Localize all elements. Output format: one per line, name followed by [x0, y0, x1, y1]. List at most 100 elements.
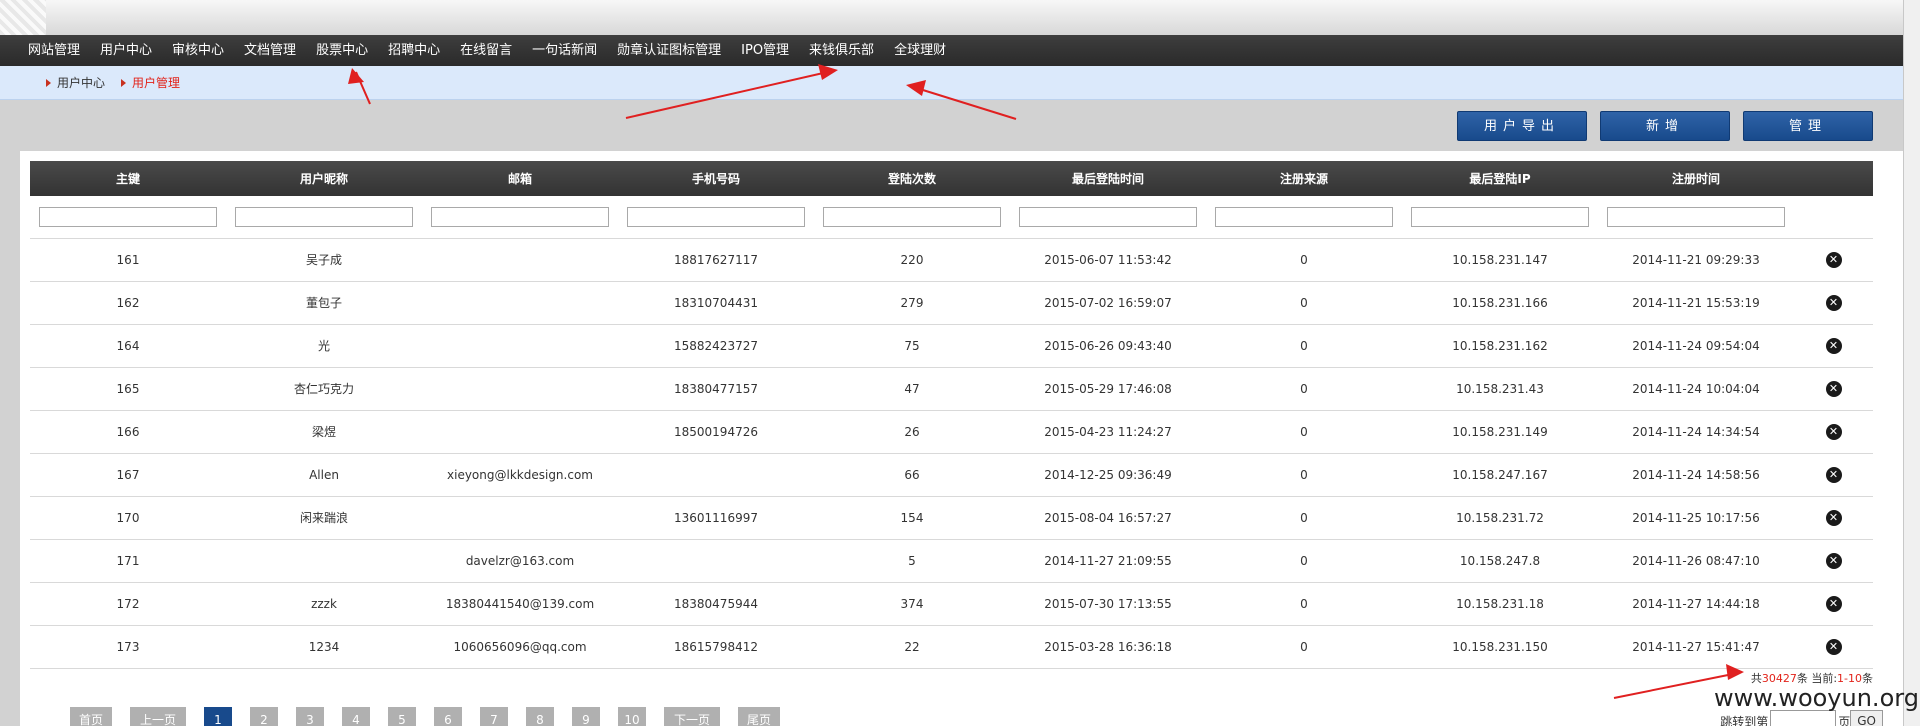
table-cell: 2015-06-07 11:53:42 — [1010, 238, 1206, 282]
next-page-button[interactable]: 下一页 — [664, 707, 720, 726]
delete-icon[interactable]: ✕ — [1825, 595, 1842, 612]
nav-item-users[interactable]: 用户中心 — [90, 35, 162, 66]
nav-item-docs[interactable]: 文档管理 — [234, 35, 306, 66]
table-cell — [422, 281, 618, 325]
filter-row — [30, 196, 1873, 239]
table-cell: 18615798412 — [618, 625, 814, 669]
table-cell: 10.158.231.18 — [1402, 582, 1598, 626]
table-cell: 光 — [226, 324, 422, 368]
export-users-button[interactable]: 用户导出 — [1457, 111, 1587, 141]
nav-item-review[interactable]: 审核中心 — [162, 35, 234, 66]
table-cell: 闲来踹浪 — [226, 496, 422, 540]
prev-page-button[interactable]: 上一页 — [130, 707, 186, 726]
window-scrollbar[interactable] — [1903, 0, 1920, 726]
delete-icon[interactable]: ✕ — [1825, 337, 1842, 354]
table-cell-actions: ✕ — [1794, 496, 1873, 540]
table-cell: 18380475944 — [618, 582, 814, 626]
page-button-6[interactable]: 6 — [434, 707, 462, 726]
table-cell: 1234 — [226, 625, 422, 669]
table-cell: 吴子成 — [226, 238, 422, 282]
manage-button[interactable]: 管理 — [1743, 111, 1873, 141]
go-button[interactable]: GO — [1850, 710, 1883, 726]
table-cell: 220 — [814, 238, 1010, 282]
last-page-button[interactable]: 尾页 — [738, 707, 780, 726]
filter-input-phone[interactable] — [627, 206, 805, 227]
delete-icon[interactable]: ✕ — [1825, 294, 1842, 311]
filter-input-register-time[interactable] — [1607, 206, 1785, 227]
table-cell: 杏仁巧克力 — [226, 367, 422, 411]
page-button-5[interactable]: 5 — [388, 707, 416, 726]
page-button-10[interactable]: 10 — [618, 707, 646, 726]
table-cell: 0 — [1206, 539, 1402, 583]
page-button-3[interactable]: 3 — [296, 707, 324, 726]
filter-input-email[interactable] — [431, 206, 609, 227]
column-header: 登陆次数 — [814, 161, 1010, 196]
breadcrumb-item-users[interactable]: 用户中心 — [46, 74, 105, 91]
table-cell: 0 — [1206, 410, 1402, 454]
column-header: 主键 — [30, 161, 226, 196]
table-cell: 2014-11-24 10:04:04 — [1598, 367, 1794, 411]
first-page-button[interactable]: 首页 — [70, 707, 112, 726]
page-button-9[interactable]: 9 — [572, 707, 600, 726]
table-cell: 0 — [1206, 625, 1402, 669]
table-cell: 161 — [30, 238, 226, 282]
nav-item-jobs[interactable]: 招聘中心 — [378, 35, 450, 66]
table-cell: zzzk — [226, 582, 422, 626]
jump-page-input[interactable] — [1770, 710, 1837, 726]
table-cell: 10.158.231.150 — [1402, 625, 1598, 669]
page-button-2[interactable]: 2 — [250, 707, 278, 726]
filter-input-nickname[interactable] — [235, 206, 413, 227]
pagination: 首页 上一页 1 2 3 4 5 6 7 8 9 10 下一页 尾页 — [70, 707, 798, 726]
add-button[interactable]: 新增 — [1600, 111, 1730, 141]
delete-icon[interactable]: ✕ — [1825, 380, 1842, 397]
filter-input-last-login-ip[interactable] — [1411, 206, 1589, 227]
table-cell: 2015-07-30 17:13:55 — [1010, 582, 1206, 626]
delete-icon[interactable]: ✕ — [1825, 509, 1842, 526]
page-button-4[interactable]: 4 — [342, 707, 370, 726]
table-row: 170 闲来踹浪 13601116997 154 2015-08-04 16:57:27… — [30, 496, 1873, 540]
table-cell: 2014-11-26 08:47:10 — [1598, 539, 1794, 583]
table-row: 164 光 15882423727 75 2015-06-26 09:43:40 0 10.… — [30, 324, 1873, 368]
nav-item-finance[interactable]: 全球理财 — [884, 35, 956, 66]
breadcrumb-label: 用户管理 — [132, 76, 181, 90]
delete-icon[interactable]: ✕ — [1825, 466, 1842, 483]
table-cell: 66 — [814, 453, 1010, 497]
table-cell: 165 — [30, 367, 226, 411]
nav-item-news[interactable]: 一句话新闻 — [522, 35, 607, 66]
filter-input-id[interactable] — [39, 206, 217, 227]
filter-input-source[interactable] — [1215, 206, 1393, 227]
delete-icon[interactable]: ✕ — [1825, 638, 1842, 655]
page-jump: 跳转到第 页 GO — [1720, 710, 1883, 726]
table-cell: 166 — [30, 410, 226, 454]
breadcrumb-item-user-management[interactable]: 用户管理 — [121, 74, 180, 91]
nav-item-messages[interactable]: 在线留言 — [450, 35, 522, 66]
delete-icon[interactable]: ✕ — [1825, 423, 1842, 440]
nav-item-site[interactable]: 网站管理 — [18, 35, 90, 66]
nav-item-club[interactable]: 来钱俱乐部 — [799, 35, 884, 66]
delete-icon[interactable]: ✕ — [1825, 251, 1842, 268]
table-row: 165 杏仁巧克力 18380477157 47 2015-05-29 17:46:08… — [30, 367, 1873, 411]
table-cell: 2014-11-27 14:44:18 — [1598, 582, 1794, 626]
column-header: 邮箱 — [422, 161, 618, 196]
table-cell: 18310704431 — [618, 281, 814, 325]
nav-item-stocks[interactable]: 股票中心 — [306, 35, 378, 66]
nav-item-badges[interactable]: 勋章认证图标管理 — [607, 35, 731, 66]
jump-unit: 页 — [1838, 714, 1851, 726]
table-row: 166 梁煜 18500194726 26 2015-04-23 11:24:27 0 10… — [30, 410, 1873, 454]
delete-icon[interactable]: ✕ — [1825, 552, 1842, 569]
filter-input-last-login-time[interactable] — [1019, 206, 1197, 227]
table-row: 161 吴子成 18817627117 220 2015-06-07 11:53:42 0… — [30, 238, 1873, 282]
table-cell: 13601116997 — [618, 496, 814, 540]
page-button-1[interactable]: 1 — [204, 707, 232, 726]
filter-input-login-count[interactable] — [823, 206, 1001, 227]
table-cell-actions: ✕ — [1794, 324, 1873, 368]
table-cell — [422, 367, 618, 411]
table-cell: 10.158.231.162 — [1402, 324, 1598, 368]
page-button-7[interactable]: 7 — [480, 707, 508, 726]
table-cell: 2015-07-02 16:59:07 — [1010, 281, 1206, 325]
table-cell: 15882423727 — [618, 324, 814, 368]
table-cell-actions: ✕ — [1794, 238, 1873, 282]
table-cell — [422, 496, 618, 540]
page-button-8[interactable]: 8 — [526, 707, 554, 726]
nav-item-ipo[interactable]: IPO管理 — [731, 35, 799, 66]
